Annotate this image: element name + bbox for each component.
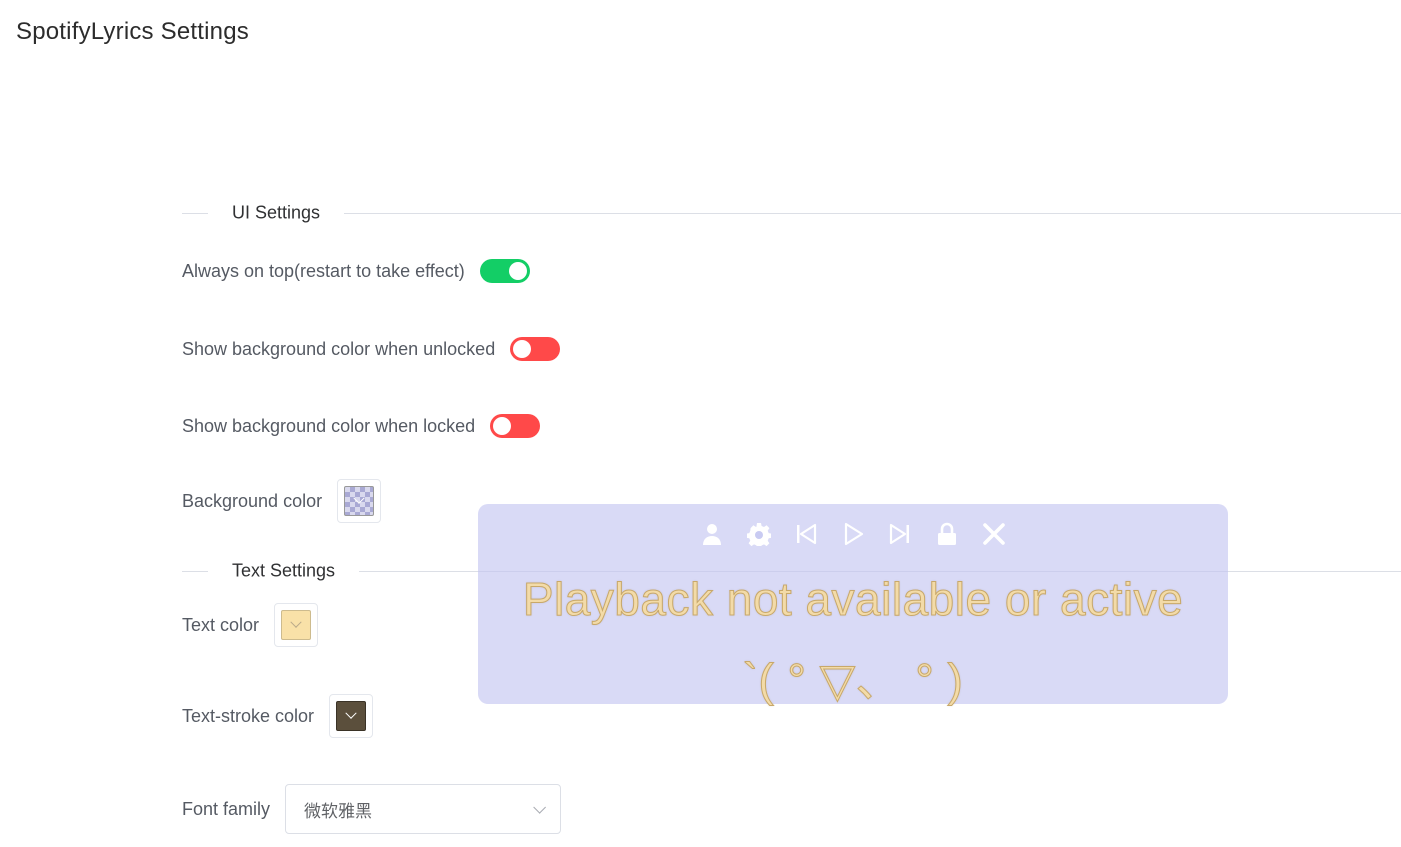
- switch-knob: [513, 340, 532, 358]
- always-on-top-row: Always on top(restart to take effect): [182, 259, 530, 283]
- text-settings-heading: Text Settings: [208, 560, 360, 582]
- lyrics-overlay-window[interactable]: Playback not available or active `( ° ▽、…: [478, 504, 1228, 707]
- lyrics-toolbar: [478, 520, 1228, 548]
- text-color-picker[interactable]: [274, 603, 319, 647]
- stroke-color-picker[interactable]: [329, 694, 374, 738]
- background-color-label: Background color: [182, 490, 323, 511]
- bg-unlocked-label: Show background color when unlocked: [182, 338, 496, 359]
- bg-locked-label: Show background color when locked: [182, 415, 476, 436]
- text-color-label: Text color: [182, 614, 260, 635]
- ui-settings-divider: UI Settings: [182, 202, 1401, 224]
- bg-unlocked-switch[interactable]: [510, 337, 561, 361]
- gear-icon[interactable]: [745, 520, 773, 548]
- stroke-color-label: Text-stroke color: [182, 705, 315, 726]
- user-icon[interactable]: [698, 520, 726, 548]
- switch-knob: [508, 262, 527, 280]
- bg-locked-row: Show background color when locked: [182, 414, 541, 438]
- font-family-label: Font family: [182, 798, 271, 819]
- chevron-down-icon: [353, 492, 365, 504]
- switch-knob: [493, 417, 512, 435]
- chevron-down-icon: [533, 800, 547, 814]
- always-on-top-switch[interactable]: [479, 259, 530, 283]
- font-family-select[interactable]: 微软雅黑: [285, 784, 562, 834]
- lyric-line-next: `( ° ▽、 ° ): [742, 654, 964, 707]
- font-family-row: Font family 微软雅黑: [182, 784, 562, 834]
- stroke-color-swatch: [336, 701, 367, 731]
- text-color-row: Text color: [182, 603, 319, 647]
- background-color-swatch: [344, 486, 375, 516]
- bg-locked-switch[interactable]: [490, 414, 541, 438]
- next-track-icon[interactable]: [886, 520, 914, 548]
- previous-track-icon[interactable]: [792, 520, 820, 548]
- window-title: SpotifyLyrics Settings: [16, 18, 249, 45]
- stroke-color-row: Text-stroke color: [182, 694, 374, 738]
- lyric-line-current: Playback not available or active: [522, 573, 1184, 626]
- text-color-swatch: [281, 610, 312, 640]
- chevron-down-icon: [345, 707, 357, 719]
- bg-unlocked-row: Show background color when unlocked: [182, 337, 561, 361]
- ui-settings-heading: UI Settings: [208, 202, 345, 224]
- always-on-top-label: Always on top(restart to take effect): [182, 260, 465, 281]
- close-icon[interactable]: [980, 520, 1008, 548]
- font-family-value: 微软雅黑: [304, 801, 373, 821]
- chevron-down-icon: [290, 616, 302, 628]
- play-icon[interactable]: [839, 520, 867, 548]
- background-color-row: Background color: [182, 479, 382, 523]
- background-color-picker[interactable]: [337, 479, 382, 523]
- lock-icon[interactable]: [933, 520, 961, 548]
